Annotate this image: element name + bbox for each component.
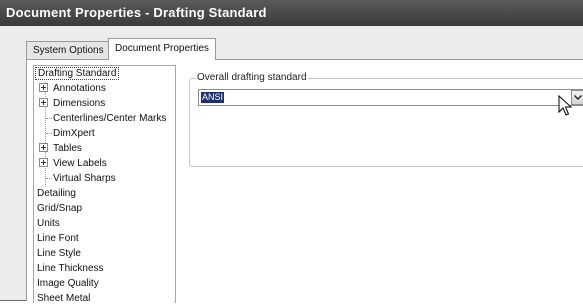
tree-item-label: Centerlines/Center Marks <box>53 113 167 124</box>
tree-item-label: Line Font <box>37 233 79 244</box>
drafting-standard-select[interactable]: ANSI <box>198 89 583 106</box>
tree-item-sheet-metal[interactable]: Sheet Metal <box>35 291 92 303</box>
properties-tree: Drafting Standard Annotations Dimensions… <box>33 65 176 303</box>
expand-plus-icon[interactable] <box>39 158 48 167</box>
tree-item-grid-snap[interactable]: Grid/Snap <box>35 201 84 216</box>
tree-item-label: DimXpert <box>53 128 95 139</box>
dropdown-button[interactable] <box>571 90 583 105</box>
expand-plus-icon[interactable] <box>39 143 48 152</box>
tree-item-dimensions[interactable]: Dimensions <box>39 96 107 111</box>
tree-item-drafting-standard[interactable]: Drafting Standard <box>35 66 120 81</box>
tree-item-dimxpert[interactable]: DimXpert <box>51 126 97 141</box>
tab-document-properties[interactable]: Document Properties <box>108 38 216 60</box>
expand-plus-icon[interactable] <box>39 98 48 107</box>
tree-item-label: View Labels <box>53 158 107 169</box>
tree-item-virtual-sharps[interactable]: Virtual Sharps <box>51 171 118 186</box>
tree-item-label: Tables <box>53 143 82 154</box>
group-label: Overall drafting standard <box>196 72 308 83</box>
tree-item-label: Image Quality <box>37 278 99 289</box>
tree-item-line-style[interactable]: Line Style <box>35 246 83 261</box>
window-title: Document Properties - Drafting Standard <box>0 0 583 26</box>
tree-item-label: Drafting Standard <box>35 67 120 80</box>
tree-item-image-quality[interactable]: Image Quality <box>35 276 101 291</box>
tree-item-label: Detailing <box>37 188 76 199</box>
overall-drafting-standard-group: Overall drafting standard ANSI <box>189 72 583 167</box>
tree-item-label: Annotations <box>53 83 106 94</box>
tab-system-options[interactable]: System Options <box>26 41 111 60</box>
tree-item-detailing[interactable]: Detailing <box>35 186 78 201</box>
tree-item-tables[interactable]: Tables <box>39 141 84 156</box>
expand-plus-icon[interactable] <box>39 83 48 92</box>
tree-item-label: Virtual Sharps <box>53 173 116 184</box>
tree-item-view-labels[interactable]: View Labels <box>39 156 109 171</box>
tree-item-label: Line Style <box>37 248 81 259</box>
tree-item-line-font[interactable]: Line Font <box>35 231 81 246</box>
document-properties-window: Document Properties - Drafting Standard … <box>0 0 583 303</box>
selected-standard-value: ANSI <box>201 92 225 103</box>
chevron-down-icon <box>574 95 582 100</box>
tree-item-label: Units <box>37 218 60 229</box>
tree-item-line-thickness[interactable]: Line Thickness <box>35 261 106 276</box>
tree-item-label: Line Thickness <box>37 263 104 274</box>
tree-item-annotations[interactable]: Annotations <box>39 81 108 96</box>
tab-content-panel: Drafting Standard Annotations Dimensions… <box>26 59 583 303</box>
tree-item-units[interactable]: Units <box>35 216 62 231</box>
tree-item-label: Grid/Snap <box>37 203 83 214</box>
tree-item-label: Sheet Metal <box>37 293 91 303</box>
tree-item-label: Dimensions <box>53 98 106 109</box>
mouse-pointer-icon <box>558 95 572 116</box>
tree-item-centerlines-center-marks[interactable]: Centerlines/Center Marks <box>51 111 168 126</box>
